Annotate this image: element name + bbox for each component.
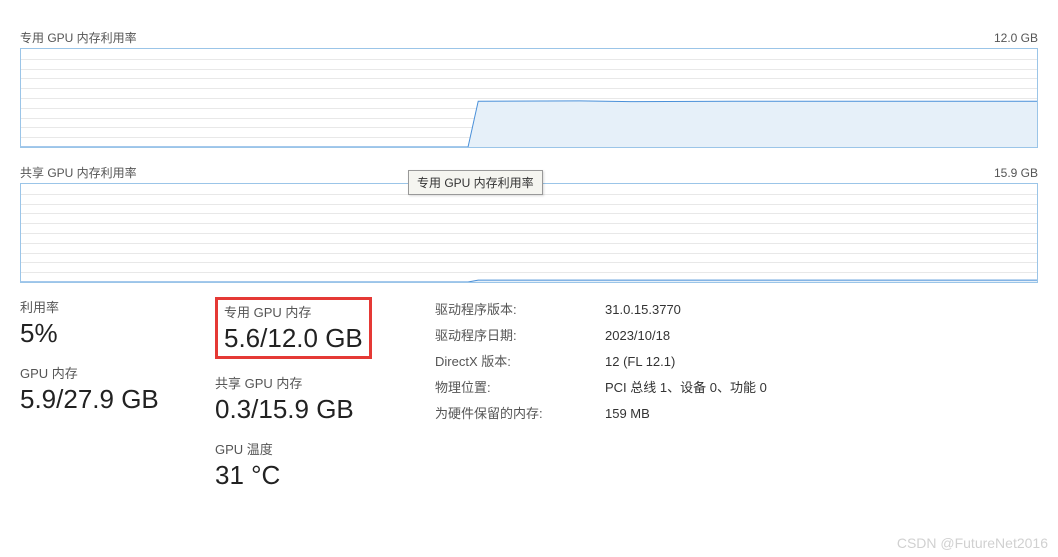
detail-label: 驱动程序日期: (435, 323, 605, 349)
watermark: CSDN @FutureNet2016 (897, 535, 1048, 551)
stat-value: 0.3/15.9 GB (215, 394, 377, 425)
detail-row-directx: DirectX 版本: 12 (FL 12.1) (435, 349, 767, 375)
stat-value: 5% (20, 318, 187, 349)
dedicated-chart-area[interactable] (20, 48, 1038, 148)
stat-label: 共享 GPU 内存 (215, 373, 377, 392)
detail-value: 159 MB (605, 401, 650, 427)
detail-value: PCI 总线 1、设备 0、功能 0 (605, 375, 767, 401)
stat-label: GPU 温度 (215, 439, 377, 458)
detail-row-driver-version: 驱动程序版本: 31.0.15.3770 (435, 297, 767, 323)
chart-max-shared: 15.9 GB (994, 166, 1038, 180)
detail-label: 为硬件保留的内存: (435, 401, 605, 427)
stat-value: 5.9/27.9 GB (20, 384, 187, 415)
chart-title-shared: 共享 GPU 内存利用率 (20, 164, 137, 181)
chart-max-dedicated: 12.0 GB (994, 31, 1038, 45)
stats-area: 利用率 5% GPU 内存 5.9/27.9 GB 专用 GPU 内存 5.6/… (20, 297, 1038, 491)
detail-value: 2023/10/18 (605, 323, 670, 349)
shared-chart-svg (21, 184, 1037, 282)
stat-value: 31 °C (215, 460, 377, 491)
chart-title-dedicated: 专用 GPU 内存利用率 (20, 29, 137, 46)
stat-utilization: 利用率 5% (20, 297, 187, 349)
stat-label: 专用 GPU 内存 (224, 302, 363, 321)
shared-gpu-memory-chart: 共享 GPU 内存利用率 15.9 GB 专用 GPU 内存利用率 (20, 160, 1038, 283)
detail-label: 驱动程序版本: (435, 297, 605, 323)
stat-value: 5.6/12.0 GB (224, 323, 363, 354)
stat-shared-memory: 共享 GPU 内存 0.3/15.9 GB (215, 373, 377, 425)
details-table: 驱动程序版本: 31.0.15.3770 驱动程序日期: 2023/10/18 … (435, 297, 767, 491)
detail-value: 12 (FL 12.1) (605, 349, 675, 375)
stat-gpu-memory: GPU 内存 5.9/27.9 GB (20, 363, 187, 415)
stat-label: GPU 内存 (20, 363, 187, 382)
stat-label: 利用率 (20, 297, 187, 316)
detail-row-location: 物理位置: PCI 总线 1、设备 0、功能 0 (435, 375, 767, 401)
shared-chart-area[interactable]: 专用 GPU 内存利用率 (20, 183, 1038, 283)
highlighted-dedicated-memory: 专用 GPU 内存 5.6/12.0 GB (215, 297, 372, 359)
detail-row-driver-date: 驱动程序日期: 2023/10/18 (435, 323, 767, 349)
chart-tooltip: 专用 GPU 内存利用率 (408, 170, 543, 195)
dedicated-chart-svg (21, 49, 1037, 147)
detail-row-reserved: 为硬件保留的内存: 159 MB (435, 401, 767, 427)
detail-label: 物理位置: (435, 375, 605, 401)
stat-gpu-temp: GPU 温度 31 °C (215, 439, 377, 491)
dedicated-gpu-memory-chart: 专用 GPU 内存利用率 12.0 GB (20, 25, 1038, 148)
detail-label: DirectX 版本: (435, 349, 605, 375)
detail-value: 31.0.15.3770 (605, 297, 681, 323)
